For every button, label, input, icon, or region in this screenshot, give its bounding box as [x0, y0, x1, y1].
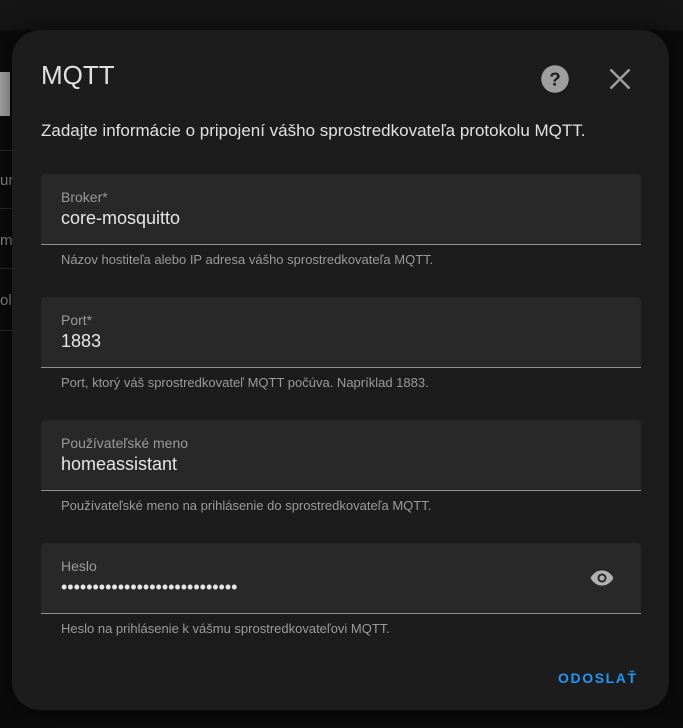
- password-label: Heslo: [61, 558, 97, 574]
- background-divider: [0, 330, 12, 331]
- background-divider: [0, 150, 12, 151]
- username-field[interactable]: Používateľské meno: [41, 420, 641, 491]
- broker-helper: Názov hostiteľa alebo IP adresa vášho sp…: [61, 252, 434, 267]
- background-divider: [0, 208, 12, 209]
- username-helper: Používateľské meno na prihlásenie do spr…: [61, 498, 432, 513]
- help-circle-icon: ?: [541, 65, 569, 93]
- svg-text:?: ?: [549, 68, 560, 89]
- eye-icon: [590, 570, 614, 586]
- background-text-fragment: ol: [0, 292, 12, 309]
- username-label: Používateľské meno: [61, 435, 189, 451]
- dialog-description: Zadajte informácie o pripojení vášho spr…: [41, 121, 586, 140]
- dialog-title: MQTT: [41, 60, 115, 90]
- password-helper: Heslo na prihlásenie k vášmu sprostredko…: [61, 621, 390, 636]
- help-button[interactable]: ?: [540, 64, 570, 94]
- port-input[interactable]: [61, 331, 581, 352]
- password-input[interactable]: [61, 577, 581, 598]
- broker-input[interactable]: [61, 208, 581, 229]
- background-topbar: [0, 0, 683, 30]
- close-button[interactable]: [605, 64, 635, 94]
- password-field[interactable]: Heslo: [41, 543, 641, 614]
- background-text-fragment: m: [0, 232, 13, 249]
- port-label: Port*: [61, 312, 93, 328]
- mqtt-dialog: MQTT ? Zadajte informácie o pripojení vá…: [12, 30, 669, 710]
- broker-label: Broker*: [61, 189, 108, 205]
- submit-button[interactable]: ODOSLAŤ: [552, 666, 644, 690]
- background-divider: [0, 268, 12, 269]
- port-helper: Port, ktorý váš sprostredkovateľ MQTT po…: [61, 375, 429, 390]
- background-text-fragment: ur: [0, 172, 14, 189]
- close-icon: [610, 69, 630, 89]
- show-password-button[interactable]: [589, 565, 615, 591]
- port-field[interactable]: Port*: [41, 297, 641, 368]
- username-input[interactable]: [61, 454, 581, 475]
- broker-field[interactable]: Broker*: [41, 174, 641, 245]
- background-block: [0, 72, 10, 116]
